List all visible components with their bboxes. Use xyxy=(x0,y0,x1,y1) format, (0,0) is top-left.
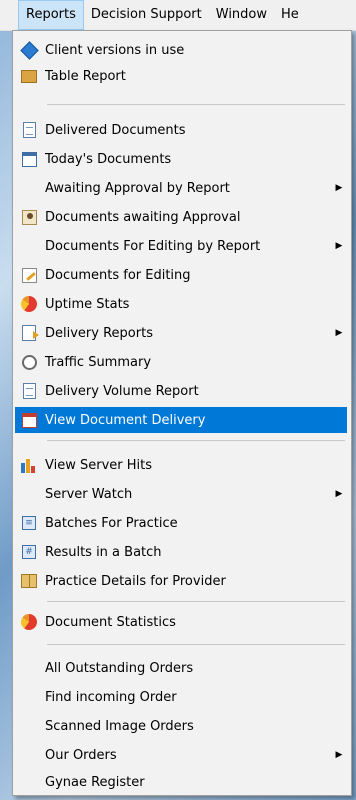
submenu-arrow-icon: ▶ xyxy=(335,241,343,251)
menu-item-all-outstanding-orders[interactable]: All Outstanding Orders xyxy=(15,655,347,681)
menu-item-documents-awaiting-approval[interactable]: Documents awaiting Approval xyxy=(15,204,347,230)
menu-item-label: Find incoming Order xyxy=(45,689,177,705)
menu-decision-support[interactable]: Decision Support xyxy=(84,0,209,30)
menu-item-results-in-a-batch[interactable]: # Results in a Batch xyxy=(15,539,347,565)
menu-item-batches-for-practice[interactable]: ≡ Batches For Practice xyxy=(15,510,347,536)
menu-item-delivered-documents[interactable]: Delivered Documents xyxy=(15,117,347,143)
menu-help[interactable]: He xyxy=(274,0,306,30)
menu-item-scanned-image-orders[interactable]: Scanned Image Orders xyxy=(15,713,347,739)
menu-separator xyxy=(47,440,345,441)
menu-item-label: Delivered Documents xyxy=(45,122,186,138)
menu-item-label: Delivery Volume Report xyxy=(45,383,199,399)
pie-chart-icon xyxy=(18,295,40,313)
batch-icon: ≡ xyxy=(18,514,40,532)
submenu-arrow-icon: ▶ xyxy=(335,328,343,338)
submenu-arrow-icon: ▶ xyxy=(335,489,343,499)
menu-separator xyxy=(47,104,345,105)
menu-item-uptime-stats[interactable]: Uptime Stats xyxy=(15,291,347,317)
menu-item-label: View Document Delivery xyxy=(45,412,206,428)
menu-item-label: Documents awaiting Approval xyxy=(45,209,241,225)
menu-item-todays-documents[interactable]: Today's Documents xyxy=(15,146,347,172)
volume-report-icon xyxy=(18,382,40,400)
submenu-arrow-icon: ▶ xyxy=(335,750,343,760)
menu-item-view-document-delivery[interactable]: View Document Delivery xyxy=(15,407,347,433)
menu-item-label: Client versions in use xyxy=(45,42,185,58)
menu-item-table-report[interactable]: Table Report xyxy=(15,63,347,89)
menu-item-label: Awaiting Approval by Report xyxy=(45,180,230,196)
bar-chart-icon xyxy=(18,456,40,474)
menu-item-label: Documents for Editing xyxy=(45,267,191,283)
edit-pencil-icon xyxy=(18,266,40,284)
menu-item-label: Batches For Practice xyxy=(45,515,178,531)
menu-item-server-watch[interactable]: Server Watch ▶ xyxy=(15,481,347,507)
menu-item-documents-for-editing[interactable]: Documents for Editing xyxy=(15,262,347,288)
menu-item-gynae-register[interactable]: Gynae Register xyxy=(15,769,347,795)
menu-reports[interactable]: Reports xyxy=(18,0,84,30)
menu-item-label: Table Report xyxy=(45,68,126,84)
menu-item-practice-details-for-provider[interactable]: Practice Details for Provider xyxy=(15,568,347,594)
menu-bar: Reports Decision Support Window He xyxy=(0,0,356,31)
menu-item-document-statistics[interactable]: Document Statistics xyxy=(15,609,347,635)
table-report-icon xyxy=(18,67,40,85)
menu-item-delivery-reports[interactable]: Delivery Reports ▶ xyxy=(15,320,347,346)
clock-icon xyxy=(18,353,40,371)
menu-item-label: Practice Details for Provider xyxy=(45,573,226,589)
reports-dropdown-menu: Client versions in use Table Report Deli… xyxy=(12,30,352,796)
menu-item-label: Traffic Summary xyxy=(45,354,152,370)
menu-item-client-versions[interactable]: Client versions in use xyxy=(15,37,347,63)
menu-item-delivery-volume-report[interactable]: Delivery Volume Report xyxy=(15,378,347,404)
delivered-documents-icon xyxy=(18,121,40,139)
calendar-icon xyxy=(18,150,40,168)
batch-result-icon: # xyxy=(18,543,40,561)
menu-item-label: Server Watch xyxy=(45,486,133,502)
pie-chart-icon xyxy=(18,613,40,631)
menu-item-label: Document Statistics xyxy=(45,614,176,630)
menu-item-label: View Server Hits xyxy=(45,457,153,473)
menu-item-label: All Outstanding Orders xyxy=(45,660,194,676)
menu-item-label: Scanned Image Orders xyxy=(45,718,194,734)
menu-item-find-incoming-order[interactable]: Find incoming Order xyxy=(15,684,347,710)
menu-item-label: Documents For Editing by Report xyxy=(45,238,261,254)
menu-item-awaiting-approval-by-report[interactable]: Awaiting Approval by Report ▶ xyxy=(15,175,347,201)
menu-item-our-orders[interactable]: Our Orders ▶ xyxy=(15,742,347,768)
book-icon xyxy=(18,572,40,590)
menu-item-label: Gynae Register xyxy=(45,774,145,790)
menu-item-label: Uptime Stats xyxy=(45,296,130,312)
menu-item-label: Today's Documents xyxy=(45,151,172,167)
menu-item-label: Delivery Reports xyxy=(45,325,153,341)
delivery-reports-icon xyxy=(18,324,40,342)
menu-item-traffic-summary[interactable]: Traffic Summary xyxy=(15,349,347,375)
menu-item-label: Results in a Batch xyxy=(45,544,162,560)
menu-item-view-server-hits[interactable]: View Server Hits xyxy=(15,452,347,478)
approval-person-icon xyxy=(18,208,40,226)
menu-separator xyxy=(47,601,345,602)
menu-window[interactable]: Window xyxy=(209,0,274,30)
client-versions-icon xyxy=(18,40,40,60)
menu-separator xyxy=(47,644,345,645)
calendar-icon xyxy=(18,411,40,429)
menu-item-label: Our Orders xyxy=(45,747,117,763)
submenu-arrow-icon: ▶ xyxy=(335,183,343,193)
menu-item-documents-for-editing-by-report[interactable]: Documents For Editing by Report ▶ xyxy=(15,233,347,259)
